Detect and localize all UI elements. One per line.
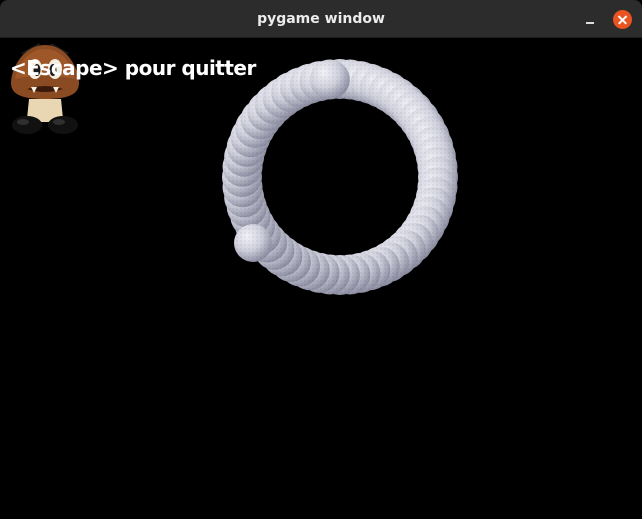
title-bar[interactable]: pygame window (0, 0, 642, 38)
minimize-button[interactable] (580, 10, 600, 30)
sphere-ring (222, 59, 458, 295)
window-title: pygame window (257, 11, 385, 27)
game-canvas[interactable]: <Escape> pour quitter (0, 38, 642, 519)
close-button[interactable] (613, 10, 632, 29)
escape-instruction: <Escape> pour quitter (10, 56, 256, 80)
goomba-sprite (11, 43, 79, 134)
pygame-window: pygame window <Escape> pour quitter (0, 0, 642, 519)
